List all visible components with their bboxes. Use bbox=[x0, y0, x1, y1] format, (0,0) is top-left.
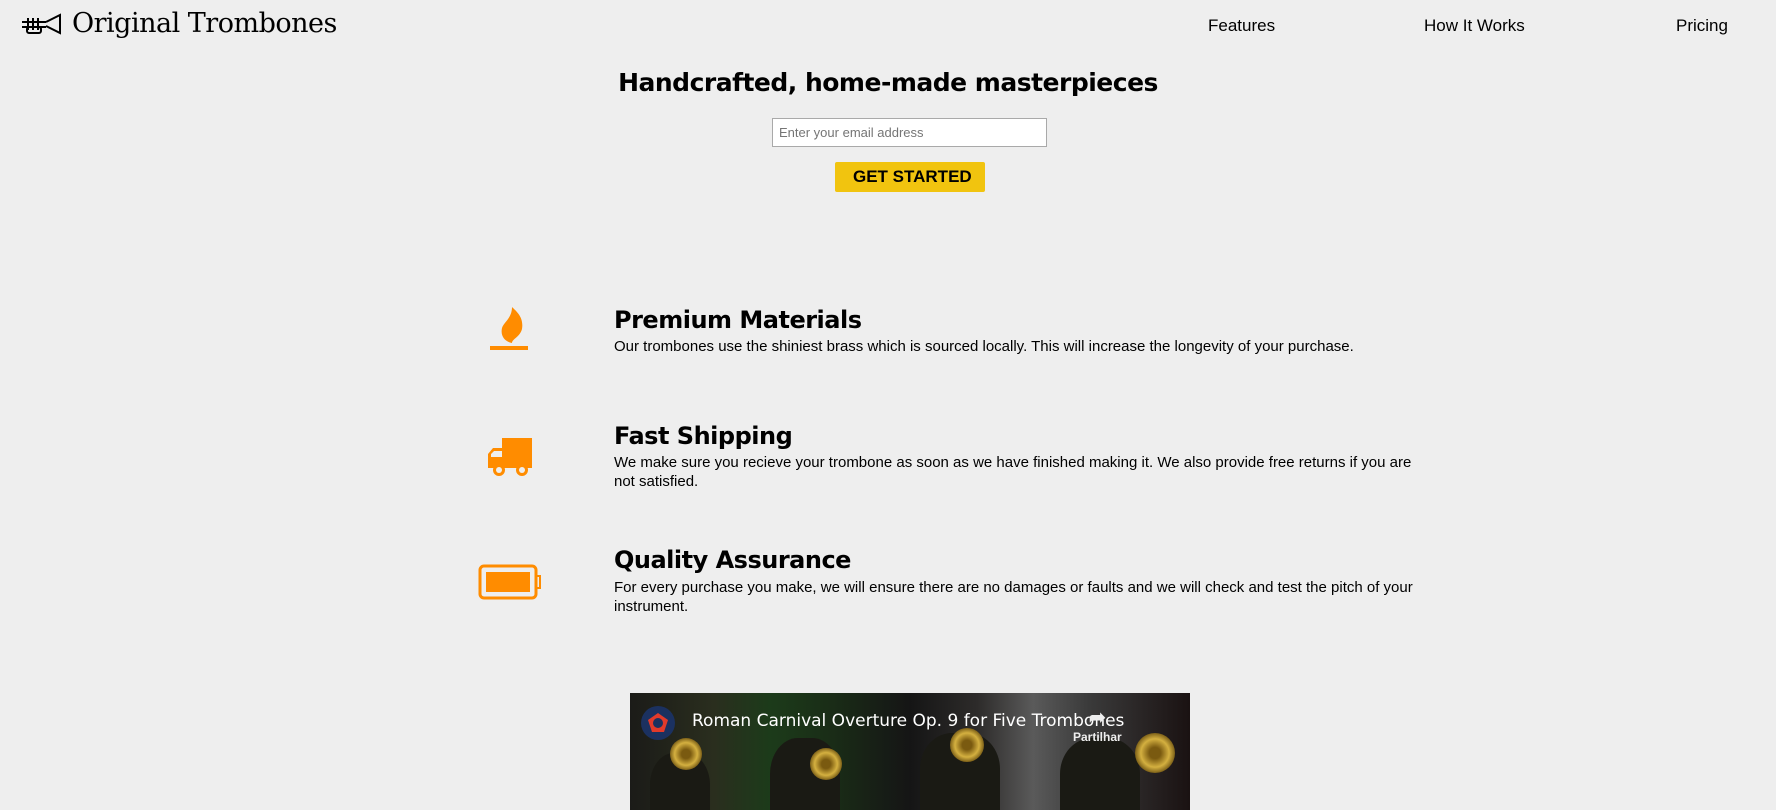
feature-title: Premium Materials bbox=[614, 306, 862, 334]
trumpet-icon bbox=[22, 12, 61, 35]
feature-description: We make sure you recieve your trombone a… bbox=[614, 454, 1412, 490]
share-icon: ➦ bbox=[1088, 707, 1106, 729]
video-embed[interactable]: Roman Carnival Overture Op. 9 for Five T… bbox=[630, 693, 1190, 810]
nav-pricing[interactable]: Pricing bbox=[1676, 16, 1728, 36]
feature-title: Fast Shipping bbox=[614, 422, 793, 450]
channel-avatar[interactable] bbox=[641, 706, 675, 740]
feature-title: Quality Assurance bbox=[614, 546, 851, 574]
nav-features[interactable]: Features bbox=[1208, 16, 1275, 36]
feature-description: For every purchase you make, we will ens… bbox=[614, 579, 1413, 615]
brand-name: Original Trombones bbox=[72, 8, 337, 39]
truck-icon bbox=[470, 437, 550, 477]
get-started-button[interactable]: GET STARTED bbox=[835, 162, 985, 192]
email-input[interactable] bbox=[772, 118, 1047, 147]
battery-icon bbox=[470, 564, 550, 600]
share-label: Partilhar bbox=[1073, 730, 1122, 744]
share-button[interactable]: ➦ Partilhar bbox=[1073, 705, 1122, 744]
video-title[interactable]: Roman Carnival Overture Op. 9 for Five T… bbox=[692, 711, 1124, 731]
hero-title: Handcrafted, home-made masterpieces bbox=[618, 68, 1158, 97]
feature-description: Our trombones use the shiniest brass whi… bbox=[614, 338, 1354, 355]
nav-how-it-works[interactable]: How It Works bbox=[1424, 16, 1525, 36]
brand-logo[interactable]: Original Trombones bbox=[20, 8, 337, 39]
flame-icon bbox=[470, 305, 550, 355]
